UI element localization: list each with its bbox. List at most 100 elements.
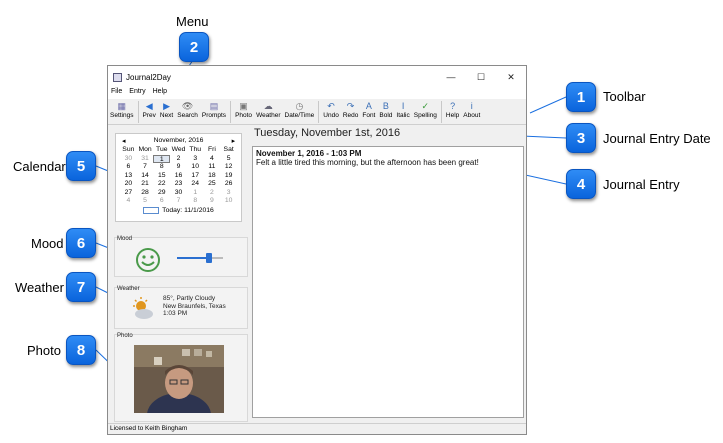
font-icon: A — [365, 101, 372, 111]
weather-conditions: 85°, Partly Cloudy — [163, 295, 216, 302]
toolbar-search-button[interactable]: 👁 Search — [175, 100, 200, 120]
calendar-day[interactable]: 16 — [170, 172, 187, 181]
calendar-prev-button[interactable]: ◂ — [122, 137, 125, 146]
calendar-day[interactable]: 5 — [220, 155, 237, 164]
toolbar-prompts-button[interactable]: ▤ Prompts — [200, 100, 228, 120]
toolbar-date-time-label: Date/Time — [284, 112, 315, 119]
calendar-day[interactable]: 9 — [204, 197, 221, 206]
profile-photo[interactable] — [134, 345, 224, 413]
mood-slider[interactable] — [177, 253, 223, 263]
entry-body: Felt a little tired this morning, but th… — [256, 158, 479, 167]
calendar-next-button[interactable]: ▸ — [232, 137, 235, 146]
toolbar-photo-label: Photo — [235, 112, 253, 119]
calendar-day[interactable]: 10 — [220, 197, 237, 206]
calendar-today-label: Today: 11/1/2016 — [162, 206, 214, 214]
calendar-day[interactable]: 8 — [153, 163, 170, 172]
toolbar-bold-button[interactable]: B Bold — [377, 101, 394, 119]
calendar-day[interactable]: 30 — [120, 155, 137, 164]
calendar-day[interactable]: 17 — [187, 172, 204, 181]
undo-icon: ↶ — [327, 100, 335, 111]
entry-date-heading: Tuesday, November 1st, 2016 — [254, 127, 401, 139]
toolbar-help-button[interactable]: ? Help — [444, 101, 461, 119]
calendar-day[interactable]: 10 — [187, 163, 204, 172]
toolbar-spelling-button[interactable]: ✓ Spelling — [412, 101, 439, 120]
menu-file[interactable]: File — [111, 88, 122, 99]
toolbar-undo-button[interactable]: ↶ Undo — [321, 100, 341, 120]
calendar-day[interactable]: 30 — [170, 189, 187, 198]
calendar-day[interactable]: 4 — [120, 197, 137, 206]
menu-entry[interactable]: Entry — [129, 88, 145, 99]
mood-title: Mood — [117, 236, 133, 242]
calendar-day[interactable]: 14 — [137, 172, 154, 181]
calendar-day[interactable]: 22 — [153, 180, 170, 189]
calendar-day[interactable]: 29 — [153, 189, 170, 198]
toolbar-weather-button[interactable]: ☁ Weather — [254, 101, 282, 120]
calendar-day[interactable]: 21 — [137, 180, 154, 189]
calendar-day[interactable]: 6 — [153, 197, 170, 206]
callout-badge-menu: 2 — [179, 32, 209, 62]
toolbar-prev-button[interactable]: ◀ Prev — [141, 100, 158, 120]
menu-bar: File Entry Help — [108, 88, 526, 99]
toolbar-separator — [137, 101, 139, 123]
toolbar-next-button[interactable]: ▶ Next — [158, 101, 175, 120]
toolbar-settings-button[interactable]: ▦ Settings — [108, 101, 136, 120]
toolbar-date-time-button[interactable]: ◷ Date/Time — [283, 100, 317, 120]
calendar-day[interactable]: 25 — [204, 180, 221, 189]
calendar-day[interactable]: 23 — [170, 180, 187, 189]
calendar-today[interactable]: Today: 11/1/2016 — [116, 206, 241, 214]
calendar-day[interactable]: 24 — [187, 180, 204, 189]
toolbar-about-button[interactable]: i About — [461, 101, 482, 119]
search-icon: 👁 — [181, 100, 194, 111]
calendar-day[interactable]: 7 — [137, 163, 154, 172]
calendar-day[interactable]: 27 — [120, 189, 137, 198]
calendar-day[interactable]: 2 — [170, 155, 187, 164]
minimize-button[interactable]: — — [436, 72, 466, 83]
callout-label-weather: Weather — [15, 280, 64, 295]
calendar-day[interactable]: 4 — [204, 155, 221, 164]
toolbar: ▦ Settings ◀ Prev ▶ Next 👁 Search ▤ Prompts ▣ Photo… — [108, 99, 526, 125]
calendar-day[interactable]: 8 — [187, 197, 204, 206]
weather-time: 1:03 PM — [163, 310, 188, 317]
toolbar-redo-button[interactable]: ↷ Redo — [341, 101, 361, 120]
toolbar-undo-label: Undo — [323, 112, 339, 119]
calendar-weekday: Wed — [171, 146, 186, 153]
title-bar[interactable]: Journal2Day — ☐ ✕ — [108, 66, 526, 88]
prompts-icon: ▤ — [209, 100, 219, 111]
journal-entry-editor[interactable]: November 1, 2016 - 1:03 PM Felt a little… — [252, 146, 524, 418]
toolbar-italic-button[interactable]: I Italic — [394, 101, 411, 119]
calendar-weekday: Fri — [207, 146, 216, 153]
mood-slider-thumb[interactable] — [206, 253, 213, 263]
calendar-day[interactable]: 11 — [204, 163, 221, 172]
maximize-button[interactable]: ☐ — [466, 72, 496, 83]
calendar-day[interactable]: 12 — [220, 163, 237, 172]
date-time-icon: ◷ — [295, 100, 304, 111]
calendar-day[interactable]: 9 — [170, 163, 187, 172]
callout-badge-entry: 4 — [566, 169, 596, 199]
window-title: Journal2Day — [126, 72, 171, 82]
menu-help[interactable]: Help — [153, 88, 167, 99]
mood-slider-fill — [177, 257, 210, 259]
calendar-day[interactable]: 2 — [204, 189, 221, 198]
photo-title: Photo — [117, 333, 133, 339]
calendar-day[interactable]: 7 — [170, 197, 187, 206]
calendar-day[interactable]: 3 — [187, 155, 204, 164]
toolbar-photo-button[interactable]: ▣ Photo — [233, 101, 254, 120]
calendar-day[interactable]: 18 — [204, 172, 221, 181]
calendar-day[interactable]: 5 — [137, 197, 154, 206]
toolbar-font-button[interactable]: A Font — [360, 101, 377, 119]
calendar-day[interactable]: 3 — [220, 189, 237, 198]
prev-icon: ◀ — [145, 100, 153, 111]
calendar-weekday: Sat — [223, 146, 234, 153]
calendar-day[interactable]: 31 — [137, 155, 154, 164]
calendar-day[interactable]: 1 — [187, 189, 204, 198]
calendar-day[interactable]: 26 — [220, 180, 237, 189]
calendar-day-selected[interactable]: 1 — [153, 154, 171, 163]
calendar-day[interactable]: 6 — [120, 163, 137, 172]
close-button[interactable]: ✕ — [496, 72, 526, 83]
calendar-day[interactable]: 20 — [120, 180, 137, 189]
callout-badge-toolbar: 1 — [566, 82, 596, 112]
calendar-day[interactable]: 19 — [220, 172, 237, 181]
calendar-day[interactable]: 15 — [153, 172, 170, 181]
calendar-day[interactable]: 28 — [137, 189, 154, 198]
calendar-day[interactable]: 13 — [120, 172, 137, 181]
